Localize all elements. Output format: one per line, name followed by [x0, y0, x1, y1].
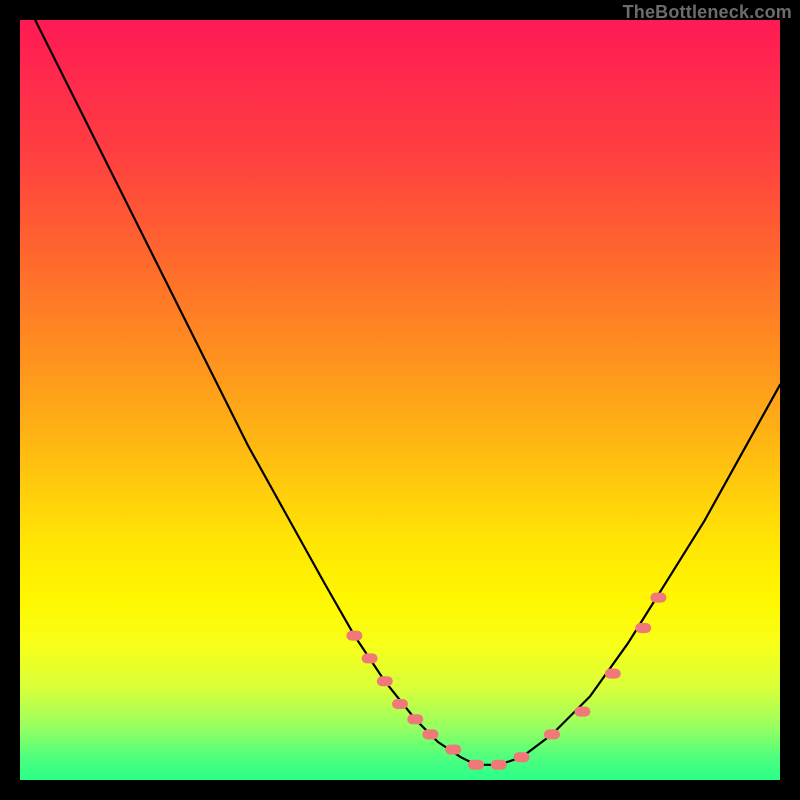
curve-svg [20, 20, 780, 780]
highlighted-segment-markers [346, 593, 666, 770]
marker-dot [468, 760, 484, 770]
marker-dot [491, 760, 507, 770]
marker-dot [422, 729, 438, 739]
marker-dot [362, 653, 378, 663]
marker-dot [445, 745, 461, 755]
marker-dot [650, 593, 666, 603]
marker-dot [377, 676, 393, 686]
marker-dot [407, 714, 423, 724]
marker-dot [514, 752, 530, 762]
chart-root: TheBottleneck.com [0, 0, 800, 800]
marker-dot [605, 669, 621, 679]
plot-area [20, 20, 780, 780]
marker-dot [635, 623, 651, 633]
marker-dot [346, 631, 362, 641]
marker-dot [392, 699, 408, 709]
marker-dot [574, 707, 590, 717]
bottleneck-curve-line [35, 20, 780, 765]
marker-dot [544, 729, 560, 739]
